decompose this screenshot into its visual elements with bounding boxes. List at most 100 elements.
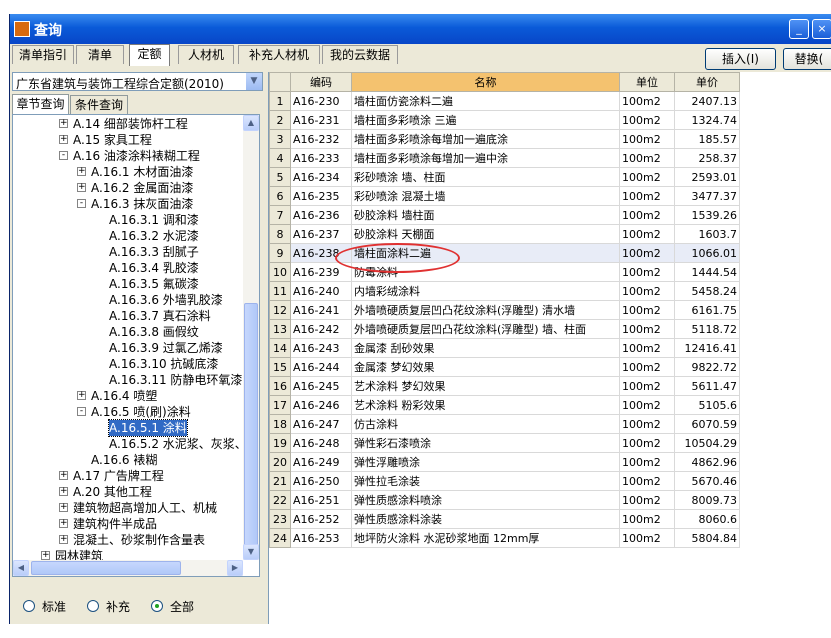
scroll-left-icon[interactable]: ◀ (13, 560, 29, 576)
replace-button[interactable]: 替换( (783, 48, 831, 70)
price-cell: 8060.6 (674, 509, 740, 529)
code-cell: A16-236 (290, 205, 352, 225)
collapse-icon[interactable]: - (77, 199, 86, 208)
tab-labor-material-machine[interactable]: 人材机 (178, 45, 234, 64)
tab-bill[interactable]: 清单 (76, 45, 124, 64)
unit-column-header[interactable]: 单位 (619, 72, 675, 92)
tree-node-label: A.17 广告牌工程 (73, 469, 164, 483)
expand-icon[interactable]: + (41, 551, 50, 560)
collapse-icon[interactable]: - (77, 407, 86, 416)
expand-icon[interactable]: + (77, 391, 86, 400)
filter-radio-group: 标准 补充 全部 (10, 595, 266, 619)
row-number-cell: 17 (269, 395, 291, 415)
table-row[interactable]: 3 A16-232 墙柱面多彩喷涂每增加一遍底涂 100m2 185.57 (269, 129, 740, 149)
table-row[interactable]: 21 A16-250 弹性拉毛涂装 100m2 5670.46 (269, 471, 740, 491)
name-column-header[interactable]: 名称 (351, 72, 620, 92)
unit-cell: 100m2 (619, 129, 675, 149)
expand-icon[interactable]: + (77, 183, 86, 192)
scroll-right-icon[interactable]: ▶ (227, 560, 243, 576)
tab-chapter-query[interactable]: 章节查询 (12, 94, 69, 114)
tree-horizontal-scrollbar[interactable]: ◀ ▶ (13, 560, 243, 576)
table-row[interactable]: 19 A16-248 弹性彩石漆喷涂 100m2 10504.29 (269, 433, 740, 453)
price-column-header[interactable]: 单价 (674, 72, 740, 92)
quota-library-select[interactable]: 广东省建筑与装饰工程综合定额(2010) ▼ (12, 72, 263, 91)
table-row[interactable]: 16 A16-245 艺术涂料 梦幻效果 100m2 5611.47 (269, 376, 740, 396)
name-cell: 墙柱面涂料二遍 (351, 243, 620, 263)
row-number-cell: 1 (269, 91, 291, 111)
expand-icon[interactable]: + (59, 503, 68, 512)
table-row[interactable]: 24 A16-253 地坪防火涂料 水泥砂浆地面 12mm厚 100m2 5804.84 (269, 528, 740, 548)
table-row[interactable]: 12 A16-241 外墙喷硬质复层凹凸花纹涂料(浮雕型) 清水墙 100m2 6161… (269, 300, 740, 320)
tree-vertical-scrollbar[interactable]: ▲ ▼ (243, 115, 259, 560)
insert-button[interactable]: 插入(I) (705, 48, 776, 70)
close-button[interactable]: × (812, 19, 831, 39)
minimize-button[interactable]: _ (789, 19, 809, 39)
scroll-down-icon[interactable]: ▼ (243, 544, 259, 560)
code-cell: A16-235 (290, 186, 352, 206)
code-cell: A16-252 (290, 509, 352, 529)
price-cell: 5611.47 (674, 376, 740, 396)
price-cell: 2407.13 (674, 91, 740, 111)
table-row[interactable]: 8 A16-237 砂胶涂料 天棚面 100m2 1603.7 (269, 224, 740, 244)
code-cell: A16-244 (290, 357, 352, 377)
table-row[interactable]: 22 A16-251 弹性质感涂料喷涂 100m2 8009.73 (269, 490, 740, 510)
expand-icon[interactable]: + (59, 519, 68, 528)
table-row[interactable]: 13 A16-242 外墙喷硬质复层凹凸花纹涂料(浮雕型) 墙、柱面 100m2 511… (269, 319, 740, 339)
table-row[interactable]: 11 A16-240 内墙彩绒涂料 100m2 5458.24 (269, 281, 740, 301)
row-number-cell: 5 (269, 167, 291, 187)
expand-icon[interactable]: + (77, 167, 86, 176)
tree-node-label: 建筑构件半成品 (73, 517, 158, 531)
code-cell: A16-234 (290, 167, 352, 187)
table-row[interactable]: 7 A16-236 砂胶涂料 墙柱面 100m2 1539.26 (269, 205, 740, 225)
table-row[interactable]: 5 A16-234 彩砂喷涂 墙、柱面 100m2 2593.01 (269, 167, 740, 187)
expand-icon[interactable]: + (59, 119, 68, 128)
unit-cell: 100m2 (619, 509, 675, 529)
table-row[interactable]: 9 A16-238 墙柱面涂料二遍 100m2 1066.01 (269, 243, 740, 263)
radio-all[interactable] (151, 600, 163, 612)
code-cell: A16-246 (290, 395, 352, 415)
table-row[interactable]: 2 A16-231 墙柱面多彩喷涂 三遍 100m2 1324.74 (269, 110, 740, 130)
table-row[interactable]: 4 A16-233 墙柱面多彩喷涂每增加一遍中涂 100m2 258.37 (269, 148, 740, 168)
price-cell: 10504.29 (674, 433, 740, 453)
unit-cell: 100m2 (619, 243, 675, 263)
tab-my-cloud-data[interactable]: 我的云数据 (322, 45, 398, 64)
scroll-thumb[interactable] (244, 303, 258, 555)
tab-bill-guide[interactable]: 清单指引 (12, 45, 74, 64)
price-cell: 5670.46 (674, 471, 740, 491)
tree-node-label: A.20 其他工程 (73, 485, 152, 499)
radio-standard[interactable] (23, 600, 35, 612)
code-cell: A16-238 (290, 243, 352, 263)
row-number-cell: 21 (269, 471, 291, 491)
table-row[interactable]: 18 A16-247 仿古涂料 100m2 6070.59 (269, 414, 740, 434)
table-row[interactable]: 20 A16-249 弹性浮雕喷涂 100m2 4862.96 (269, 452, 740, 472)
tab-condition-query[interactable]: 条件查询 (70, 95, 128, 114)
name-cell: 弹性质感涂料涂装 (351, 509, 620, 529)
radio-all-label: 全部 (170, 600, 195, 614)
unit-cell: 100m2 (619, 224, 675, 244)
expand-icon[interactable]: + (59, 471, 68, 480)
expand-icon[interactable]: + (59, 135, 68, 144)
row-number-cell: 19 (269, 433, 291, 453)
table-row[interactable]: 6 A16-235 彩砂喷涂 混凝土墙 100m2 3477.37 (269, 186, 740, 206)
code-column-header[interactable]: 编码 (290, 72, 352, 92)
unit-cell: 100m2 (619, 148, 675, 168)
expand-icon[interactable]: + (59, 487, 68, 496)
table-row[interactable]: 1 A16-230 墙柱面仿瓷涂料二遍 100m2 2407.13 (269, 91, 740, 111)
tab-supplementary-lmm[interactable]: 补充人材机 (238, 45, 320, 64)
table-row[interactable]: 10 A16-239 防霉涂料 100m2 1444.54 (269, 262, 740, 282)
unit-cell: 100m2 (619, 414, 675, 434)
table-row[interactable]: 15 A16-244 金属漆 梦幻效果 100m2 9822.72 (269, 357, 740, 377)
chevron-down-icon[interactable]: ▼ (246, 73, 262, 90)
price-cell: 5458.24 (674, 281, 740, 301)
hscroll-thumb[interactable] (31, 561, 181, 575)
radio-supplementary[interactable] (87, 600, 99, 612)
table-row[interactable]: 17 A16-246 艺术涂料 粉彩效果 100m2 5105.6 (269, 395, 740, 415)
scroll-up-icon[interactable]: ▲ (243, 115, 259, 131)
row-number-cell: 14 (269, 338, 291, 358)
collapse-icon[interactable]: - (59, 151, 68, 160)
tab-quota[interactable]: 定额 (129, 44, 170, 66)
table-row[interactable]: 23 A16-252 弹性质感涂料涂装 100m2 8060.6 (269, 509, 740, 529)
name-cell: 墙柱面多彩喷涂每增加一遍中涂 (351, 148, 620, 168)
expand-icon[interactable]: + (59, 535, 68, 544)
table-row[interactable]: 14 A16-243 金属漆 刮砂效果 100m2 12416.41 (269, 338, 740, 358)
